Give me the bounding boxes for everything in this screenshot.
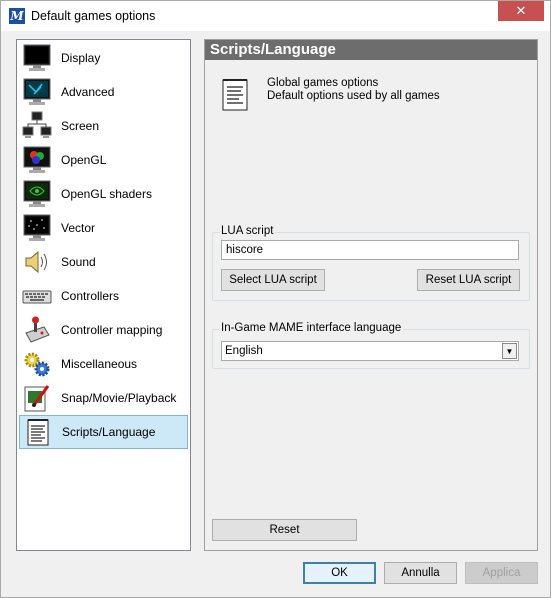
sidebar-item-opengl[interactable]: OpenGL <box>19 143 188 177</box>
document-icon <box>22 416 54 448</box>
interface-language-group: In-Game MAME interface language English … <box>212 322 530 369</box>
lua-script-group-label: LUA script <box>219 225 276 237</box>
options-category-list: Display Advanced Screen OpenGL OpenGL sh <box>16 39 191 551</box>
cancel-button[interactable]: Annulla <box>384 562 457 584</box>
sidebar-item-label: Vector <box>61 221 96 235</box>
sidebar-item-label: Controllers <box>61 289 120 303</box>
opengl-icon <box>21 144 53 176</box>
language-selected-value: English <box>225 345 263 357</box>
sidebar-item-label: OpenGL <box>61 153 107 167</box>
window-title: Default games options <box>31 9 156 23</box>
sidebar-item-label: Screen <box>61 119 100 133</box>
global-options-description: Global games options Default options use… <box>267 77 440 103</box>
language-select[interactable]: English ▼ <box>221 341 519 361</box>
panel-title: Scripts/Language <box>205 40 537 60</box>
reset-lua-script-button[interactable]: Reset LUA script <box>417 269 520 291</box>
reset-button[interactable]: Reset <box>212 519 357 541</box>
global-options-subtitle: Default options used by all games <box>267 90 440 102</box>
global-options-title: Global games options <box>267 77 379 89</box>
speaker-icon <box>21 246 53 278</box>
sidebar-item-label: Scripts/Language <box>62 425 156 439</box>
snap-movie-icon <box>21 382 53 414</box>
sidebar-item-sound[interactable]: Sound <box>19 245 188 279</box>
document-icon <box>221 78 249 112</box>
sidebar-item-advanced[interactable]: Advanced <box>19 75 188 109</box>
settings-panel: Scripts/Language Global games options De… <box>204 39 538 551</box>
monitor-icon <box>21 42 53 74</box>
keyboard-icon <box>21 280 53 312</box>
sidebar-item-label: OpenGL shaders <box>61 187 152 201</box>
sidebar-item-label: Controller mapping <box>61 323 163 337</box>
interface-language-group-label: In-Game MAME interface language <box>219 322 404 334</box>
network-screens-icon <box>21 110 53 142</box>
apply-button[interactable]: Applica <box>465 562 538 584</box>
sidebar-item-label: Sound <box>61 255 96 269</box>
sidebar-item-controller-mapping[interactable]: Controller mapping <box>19 313 188 347</box>
mame-logo-icon: M <box>9 8 25 24</box>
sidebar-item-controllers[interactable]: Controllers <box>19 279 188 313</box>
select-lua-script-button[interactable]: Select LUA script <box>221 269 325 291</box>
title-bar[interactable]: M Default games options ✕ <box>1 1 550 31</box>
sidebar-item-label: Snap/Movie/Playback <box>61 391 177 405</box>
sidebar-item-opengl-shaders[interactable]: OpenGL shaders <box>19 177 188 211</box>
gears-icon <box>21 348 53 380</box>
sidebar-item-label: Display <box>61 51 101 65</box>
opengl-shaders-icon <box>21 178 53 210</box>
sidebar-item-vector[interactable]: Vector <box>19 211 188 245</box>
close-button[interactable]: ✕ <box>498 1 544 21</box>
sidebar-item-scripts-language[interactable]: Scripts/Language <box>19 415 188 449</box>
chevron-down-icon[interactable]: ▼ <box>502 343 517 359</box>
sidebar-item-miscellaneous[interactable]: Miscellaneous <box>19 347 188 381</box>
options-dialog: M Default games options ✕ Display Advanc… <box>0 0 551 598</box>
sidebar-item-display[interactable]: Display <box>19 41 188 75</box>
sidebar-item-label: Advanced <box>61 85 115 99</box>
vector-icon <box>21 212 53 244</box>
advanced-monitor-icon <box>21 76 53 108</box>
joystick-icon <box>21 314 53 346</box>
lua-script-group: LUA script hiscore Select LUA script Res… <box>212 225 530 301</box>
sidebar-item-snap-movie-playback[interactable]: Snap/Movie/Playback <box>19 381 188 415</box>
sidebar-item-screen[interactable]: Screen <box>19 109 188 143</box>
sidebar-item-label: Miscellaneous <box>61 357 138 371</box>
ok-button[interactable]: OK <box>303 562 376 584</box>
lua-script-field[interactable]: hiscore <box>221 240 519 260</box>
